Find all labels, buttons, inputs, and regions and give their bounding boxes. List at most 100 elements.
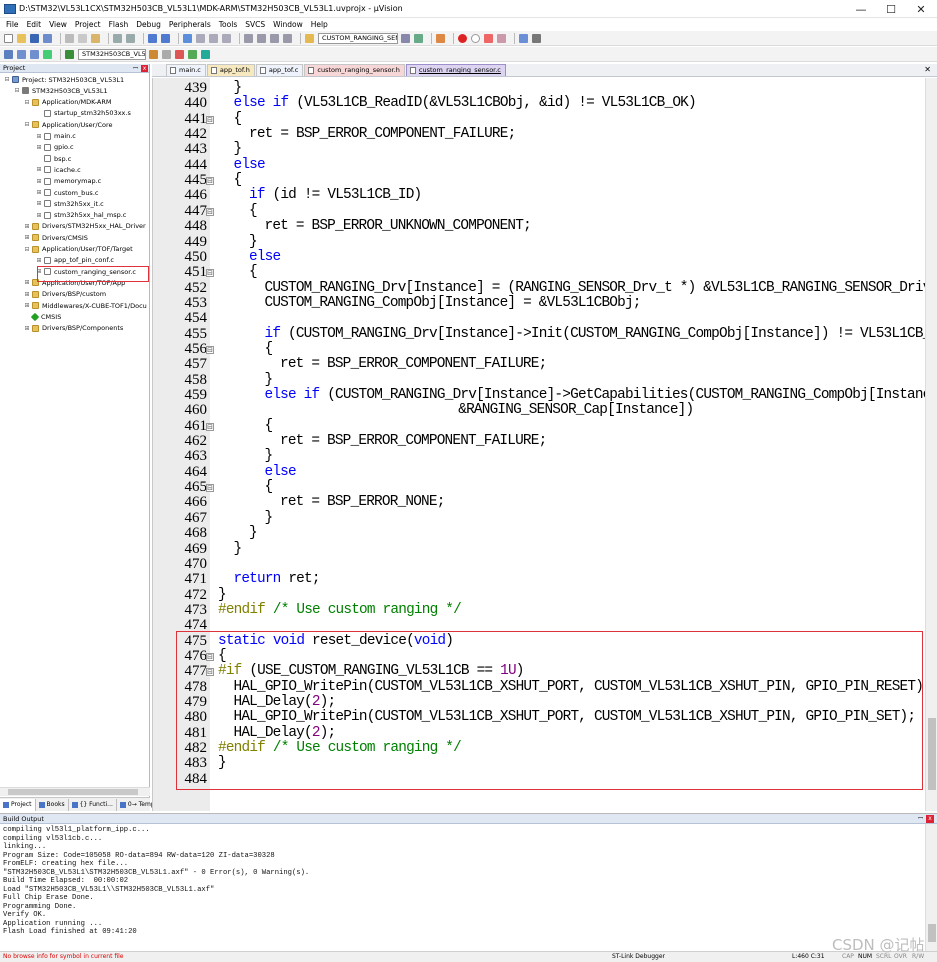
tree-item[interactable]: startup_stm32h503xx.s [36, 108, 131, 119]
disable-breakpoint-icon[interactable] [471, 33, 480, 43]
tree-item[interactable]: ⊞ main.c [36, 131, 75, 142]
expand-icon[interactable]: ⊞ [24, 234, 30, 241]
uncomment-icon[interactable] [283, 33, 292, 43]
project-hscrollbar[interactable] [0, 787, 150, 796]
tree-item[interactable]: ⊞ icache.c [36, 164, 80, 175]
tree-item[interactable]: ⊞ stm32h5xx_it.c [36, 198, 103, 209]
menu-project[interactable]: Project [75, 20, 101, 29]
breakpoint-icon[interactable] [458, 33, 467, 43]
minimize-button[interactable]: — [846, 0, 876, 18]
expand-icon[interactable]: ⊞ [24, 291, 30, 298]
editor-tab[interactable]: custom_ranging_sensor.c [405, 64, 506, 76]
bookmark-next-icon[interactable] [209, 33, 218, 43]
menu-svcs[interactable]: SVCS [245, 20, 265, 29]
menu-debug[interactable]: Debug [136, 20, 161, 29]
menu-help[interactable]: Help [311, 20, 328, 29]
translate-icon[interactable] [4, 49, 13, 59]
tree-item[interactable]: ⊞ gpio.c [36, 142, 73, 153]
find-combo[interactable]: CUSTOM_RANGING_SENSC [318, 32, 398, 44]
redo-icon[interactable] [126, 33, 135, 43]
tree-item[interactable]: bsp.c [36, 153, 71, 164]
expand-icon[interactable]: ⊞ [24, 279, 30, 286]
editor-tab[interactable]: main.c [166, 64, 206, 76]
manage-run-time-icon[interactable] [175, 49, 184, 59]
undo-icon[interactable] [113, 33, 122, 43]
cut-icon[interactable] [65, 33, 74, 43]
nav-forward-icon[interactable] [161, 33, 170, 43]
expand-icon[interactable]: ⊞ [36, 189, 42, 196]
bookmark-prev-icon[interactable] [196, 33, 205, 43]
open-folder-icon[interactable] [17, 33, 26, 43]
menu-window[interactable]: Window [273, 20, 303, 29]
save-icon[interactable] [30, 33, 39, 43]
menu-file[interactable]: File [6, 20, 19, 29]
window-layout-icon[interactable] [519, 33, 528, 43]
expand-icon[interactable]: ⊟ [24, 121, 30, 128]
expand-icon[interactable]: ⊟ [4, 76, 10, 83]
scroll-thumb[interactable] [928, 718, 936, 790]
editor-tab[interactable]: app_tof.c [255, 64, 304, 76]
incremental-find-icon[interactable] [414, 33, 423, 43]
tree-item[interactable]: ⊟ Project: STM32H503CB_VL53L1 [4, 74, 124, 85]
bookmark-clear-icon[interactable] [222, 33, 231, 43]
expand-icon[interactable]: ⊞ [36, 166, 42, 173]
panel-tab-2[interactable]: {} Functi... [69, 798, 117, 811]
tree-item[interactable]: ⊞ Drivers/CMSIS [24, 232, 87, 243]
menu-flash[interactable]: Flash [109, 20, 129, 29]
expand-icon[interactable]: ⊞ [24, 302, 30, 309]
editor-tab[interactable]: custom_ranging_sensor.h [304, 64, 405, 76]
tree-item[interactable]: ⊞ stm32h5xx_hal_msp.c [36, 210, 126, 221]
paste-icon[interactable] [91, 33, 100, 43]
select-packs-icon[interactable] [201, 49, 210, 59]
close-window-button[interactable]: ✕ [906, 0, 936, 18]
expand-icon[interactable]: ⊞ [24, 223, 30, 230]
indent-icon[interactable] [244, 33, 253, 43]
close-tab-icon[interactable]: ✕ [924, 65, 931, 74]
menu-edit[interactable]: Edit [27, 20, 42, 29]
enable-all-breakpoints-icon[interactable] [497, 33, 506, 43]
tree-item[interactable]: ⊞ memorymap.c [36, 176, 101, 187]
download-icon[interactable] [43, 49, 52, 59]
editor-tab[interactable]: app_tof.h [206, 64, 255, 76]
tree-item[interactable]: ⊞ custom_bus.c [36, 187, 98, 198]
tree-item[interactable]: ⊞ Middlewares/X-CUBE-TOF1/Docu [24, 300, 146, 311]
target-options-icon[interactable] [65, 49, 74, 59]
close-panel-button[interactable]: x [141, 65, 148, 72]
tree-item[interactable]: ⊞ Drivers/BSP/custom [24, 289, 106, 300]
tree-item[interactable]: ⊞ Drivers/STM32H5xx_HAL_Driver [24, 221, 145, 232]
scroll-thumb[interactable] [928, 924, 936, 942]
bookmark-icon[interactable] [183, 33, 192, 43]
pin-icon[interactable]: ꟷ [133, 64, 138, 73]
build-vscrollbar[interactable] [925, 824, 937, 952]
expand-icon[interactable]: ⊞ [36, 257, 42, 264]
expand-icon[interactable]: ⊟ [14, 87, 20, 94]
scroll-thumb[interactable] [8, 789, 138, 795]
configure-icon[interactable] [532, 33, 541, 43]
nav-back-icon[interactable] [148, 33, 157, 43]
file-extensions-icon[interactable] [162, 49, 171, 59]
tree-item[interactable]: CMSIS [24, 311, 61, 322]
expand-icon[interactable]: ⊞ [36, 200, 42, 207]
target-select[interactable]: STM32H503CB_VL53L1 [78, 48, 146, 60]
pin-icon[interactable]: ꟷ [918, 814, 923, 824]
build-icon[interactable] [17, 49, 26, 59]
panel-tab-0[interactable]: Project [0, 798, 36, 811]
tree-item[interactable]: ⊟ Application/User/TOF/Target [24, 244, 132, 255]
find-icon[interactable] [401, 33, 410, 43]
menu-view[interactable]: View [49, 20, 67, 29]
new-file-icon[interactable] [4, 33, 13, 43]
expand-icon[interactable]: ⊞ [24, 325, 30, 332]
rebuild-icon[interactable] [30, 49, 39, 59]
unindent-icon[interactable] [257, 33, 266, 43]
expand-icon[interactable]: ⊞ [36, 212, 42, 219]
tree-item[interactable]: ⊞ Drivers/BSP/Components [24, 323, 123, 334]
expand-icon[interactable]: ⊟ [24, 246, 30, 253]
editor-vscrollbar[interactable] [925, 78, 937, 811]
find-in-files-icon[interactable] [305, 33, 314, 43]
expand-icon[interactable]: ⊞ [36, 178, 42, 185]
debug-session-icon[interactable] [436, 33, 445, 43]
pack-installer-icon[interactable] [188, 49, 197, 59]
maximize-button[interactable]: ☐ [876, 0, 906, 18]
comment-icon[interactable] [270, 33, 279, 43]
expand-icon[interactable]: ⊞ [36, 133, 42, 140]
